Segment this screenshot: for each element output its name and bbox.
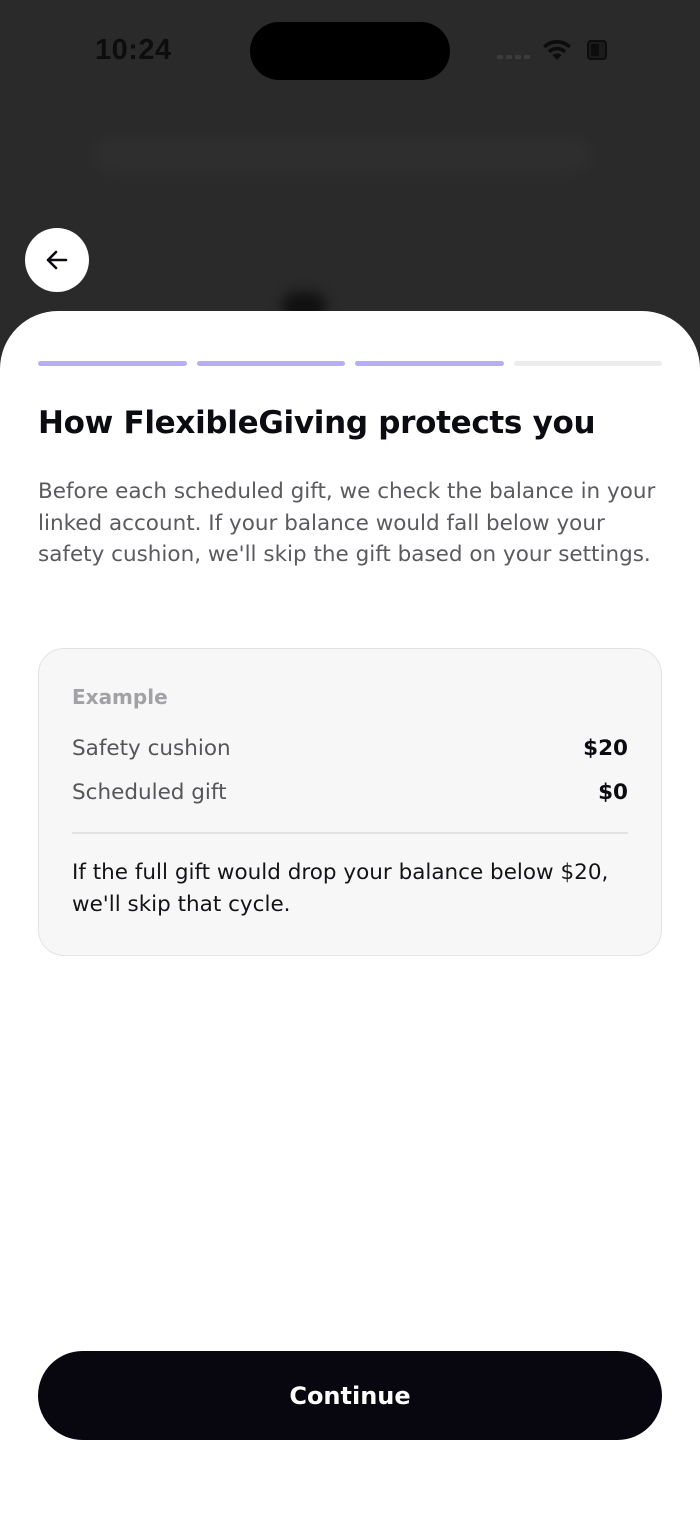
progress-step-4 xyxy=(513,361,662,366)
example-card: Example Safety cushion $20 Scheduled gif… xyxy=(38,648,662,956)
example-note: If the full gift would drop your balance… xyxy=(72,860,609,917)
page-title: How FlexibleGiving protects you xyxy=(38,405,596,441)
cellular-signal-icon xyxy=(497,55,530,59)
background-heading-blurred xyxy=(92,138,592,172)
example-label: Example xyxy=(72,685,168,709)
row-label: Safety cushion xyxy=(72,735,231,761)
progress-step-3 xyxy=(355,361,504,366)
back-button[interactable] xyxy=(25,228,89,292)
step-progress-indicator xyxy=(38,361,662,366)
progress-step-1 xyxy=(38,361,187,366)
row-value: $20 xyxy=(583,735,628,761)
page-description: Before each scheduled gift, we check the… xyxy=(38,479,656,568)
status-time: 10:24 xyxy=(95,34,172,66)
arrow-left-icon xyxy=(46,250,68,270)
row-label: Scheduled gift xyxy=(72,779,227,805)
continue-button[interactable]: Continue xyxy=(38,1351,662,1440)
example-row-safety-cushion: Safety cushion $20 xyxy=(72,733,628,763)
battery-icon xyxy=(587,40,607,60)
bottom-sheet: How FlexibleGiving protects you Before e… xyxy=(0,311,700,1520)
progress-step-2 xyxy=(196,361,345,366)
divider xyxy=(72,832,628,834)
row-value: $0 xyxy=(598,779,628,805)
dynamic-island xyxy=(250,22,450,80)
example-row-scheduled-gift: Scheduled gift $0 xyxy=(72,777,628,807)
wifi-icon xyxy=(543,39,571,60)
